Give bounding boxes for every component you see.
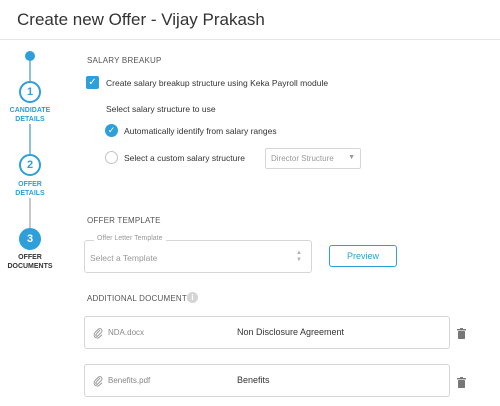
offer-template-field-label: Offer Letter Template	[94, 235, 166, 242]
custom-structure-select[interactable]: Director Structure ▼	[265, 148, 361, 169]
checkmark-icon: ✓	[107, 125, 116, 135]
stepper-connector	[29, 198, 31, 228]
custom-structure-label[interactable]: Select a custom salary structure	[124, 153, 245, 163]
create-salary-structure-checkbox[interactable]: ✓	[86, 76, 99, 89]
custom-structure-radio[interactable]	[105, 151, 118, 164]
paperclip-icon	[93, 376, 103, 387]
additional-documents-title: ADDITIONAL DOCUMENTS	[87, 294, 193, 303]
step-1-label-line1: CANDIDATE	[9, 107, 51, 114]
step-2-label-line1: OFFER	[18, 181, 42, 188]
stepper-connector	[29, 124, 31, 154]
offer-template-title: OFFER TEMPLATE	[87, 216, 161, 225]
offer-template-placeholder: Select a Template	[90, 253, 158, 263]
step-1-label-line2: DETAILS	[15, 116, 45, 123]
custom-structure-select-value: Director Structure	[271, 154, 334, 163]
step-2-label[interactable]: OFFER DETAILS	[0, 180, 60, 198]
step-1-label[interactable]: CANDIDATE DETAILS	[0, 106, 60, 124]
document-row: Benefits.pdf Benefits	[84, 364, 450, 397]
stepper-connector	[29, 61, 31, 81]
step-3-label-line1: OFFER	[18, 254, 42, 261]
trash-icon[interactable]	[457, 328, 466, 339]
preview-button[interactable]: Preview	[329, 245, 397, 267]
step-2-label-line2: DETAILS	[15, 190, 45, 197]
auto-structure-label[interactable]: Automatically identify from salary range…	[124, 126, 277, 136]
page-title: Create new Offer - Vijay Prakash	[17, 10, 265, 29]
sort-arrows-icon: ▲ ▼	[296, 250, 302, 263]
auto-structure-radio[interactable]: ✓	[105, 124, 118, 137]
paperclip-icon	[93, 328, 103, 339]
create-salary-structure-label[interactable]: Create salary breakup structure using Ke…	[106, 78, 328, 88]
structure-prompt: Select salary structure to use	[106, 104, 216, 114]
document-file-name[interactable]: NDA.docx	[108, 328, 144, 337]
info-icon[interactable]: i	[187, 292, 198, 303]
salary-breakup-title: SALARY BREAKUP	[87, 56, 162, 65]
step-3-label-line2: DOCUMENTS	[7, 263, 53, 270]
step-2-circle[interactable]: 2	[19, 154, 41, 176]
document-name: Benefits	[237, 375, 270, 385]
document-row: NDA.docx Non Disclosure Agreement	[84, 316, 450, 349]
document-name: Non Disclosure Agreement	[237, 327, 345, 337]
stepper-start-dot	[25, 51, 35, 61]
trash-icon[interactable]	[457, 377, 466, 388]
header: Create new Offer - Vijay Prakash	[0, 0, 500, 40]
step-1-circle[interactable]: 1	[19, 81, 41, 103]
chevron-down-icon: ▼	[348, 154, 355, 161]
step-3-circle[interactable]: 3	[19, 228, 41, 250]
document-file-name[interactable]: Benefits.pdf	[108, 376, 150, 385]
checkmark-icon: ✓	[88, 77, 97, 88]
step-3-label[interactable]: OFFER DOCUMENTS	[0, 253, 60, 271]
